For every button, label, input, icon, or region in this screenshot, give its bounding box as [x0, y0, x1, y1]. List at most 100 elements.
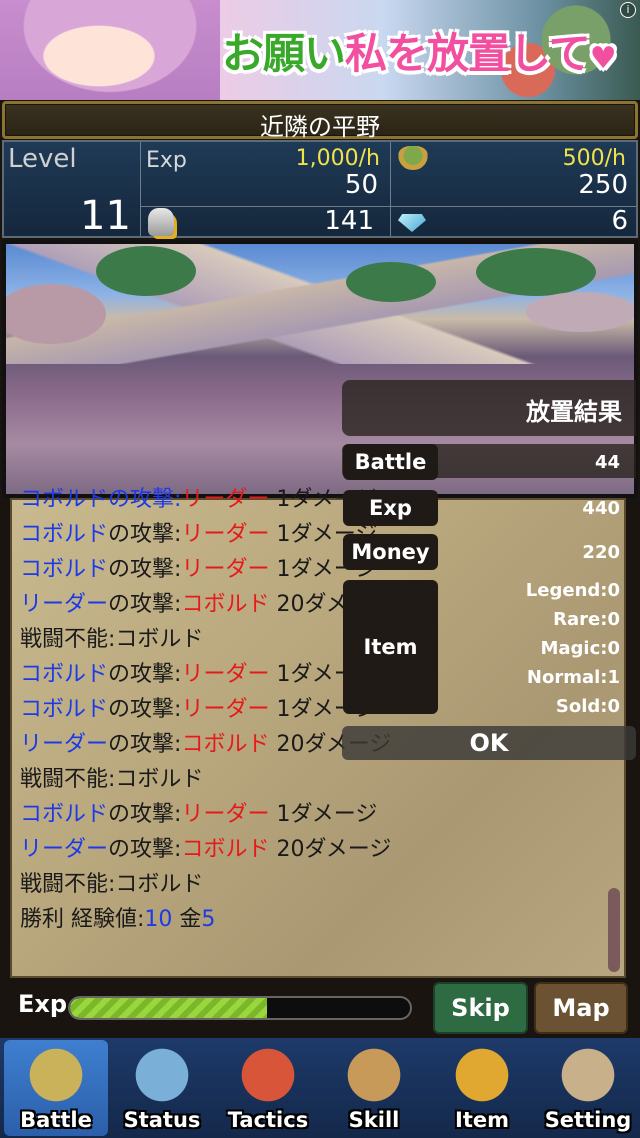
item-rare: Rare:0 — [553, 609, 620, 630]
location-title-bar: 近隣の平野 — [2, 101, 638, 141]
tab-skill[interactable]: Skill — [322, 1040, 426, 1136]
knight-value: 141 — [324, 206, 374, 236]
exp-progress-bar — [68, 996, 412, 1020]
bottom-tab-bar: Battle Status Tactics Skill Item Setting — [0, 1038, 640, 1138]
log-segment: の攻撃: — [108, 802, 182, 827]
log-segment: コボルド — [20, 557, 109, 582]
tab-label: Skill — [348, 1108, 400, 1132]
level-label: Level — [8, 144, 77, 174]
result-title-bar: 放置結果 — [342, 380, 636, 436]
log-segment: の攻撃: — [108, 557, 182, 582]
rock — [526, 292, 634, 332]
log-segment: の攻撃: — [108, 697, 182, 722]
map-button[interactable]: Map — [534, 982, 628, 1034]
log-line: リーダーの攻撃:コボルド 20ダメージ — [20, 832, 604, 867]
log-segment: リーダー — [181, 802, 270, 827]
ship-icon — [554, 1048, 622, 1108]
item-magic: Magic:0 — [540, 638, 620, 659]
log-segment: コボルド — [20, 802, 109, 827]
location-name: 近隣の平野 — [260, 113, 380, 141]
log-segment: 1ダメージ — [269, 802, 378, 827]
log-segment: 金 — [172, 907, 202, 932]
result-title: 放置結果 — [526, 398, 622, 426]
log-segment: リーダー — [20, 732, 109, 757]
goblin-coin-icon — [398, 146, 428, 170]
scroll-icon — [340, 1048, 408, 1108]
log-segment: の攻撃: — [108, 522, 182, 547]
result-exp-value: 440 — [582, 498, 620, 519]
battle-label: Battle — [343, 444, 438, 480]
log-segment: リーダー — [181, 662, 270, 687]
log-segment: の攻撃: — [108, 837, 182, 862]
tab-label: Battle — [20, 1108, 92, 1132]
log-line: コボルドの攻撃:リーダー 1ダメージ — [20, 797, 604, 832]
result-money-value: 220 — [582, 542, 620, 563]
log-segment: 戦闘不能:コボルド — [20, 767, 204, 792]
town-icon — [234, 1048, 302, 1108]
treasure-chest-icon — [448, 1048, 516, 1108]
log-line: 戦闘不能:コボルド — [20, 762, 604, 797]
stats-panel: Level 11 Exp 1,000/h 50 500/h 250 141 6 — [2, 140, 638, 238]
log-segment: 20ダメージ — [269, 837, 392, 862]
knight-icon — [148, 208, 174, 236]
tab-setting[interactable]: Setting — [536, 1040, 640, 1136]
log-segment: コボルド — [20, 662, 109, 687]
log-scrollbar[interactable] — [608, 888, 620, 972]
skip-button[interactable]: Skip — [433, 982, 528, 1034]
log-segment: 5 — [201, 907, 216, 932]
tree — [346, 262, 436, 302]
result-exp-label: Exp — [343, 490, 438, 526]
log-segment: リーダー — [181, 522, 270, 547]
ok-button[interactable]: OK — [342, 726, 636, 760]
tab-label: Item — [455, 1108, 509, 1132]
idle-result-dialog: 放置結果 Battle 44 Exp 440 Money 220 Item Le… — [340, 380, 636, 760]
battle-map-icon — [22, 1048, 90, 1108]
tab-label: Setting — [544, 1108, 632, 1132]
log-segment: リーダー — [181, 557, 270, 582]
item-normal: Normal:1 — [526, 667, 620, 688]
exp-progress-fill — [70, 998, 268, 1018]
exp-value: 50 — [344, 170, 378, 200]
tab-status[interactable]: Status — [110, 1040, 214, 1136]
log-segment: の攻撃: — [108, 592, 182, 617]
tab-item[interactable]: Item — [430, 1040, 534, 1136]
result-money-label: Money — [343, 534, 438, 570]
exp-label: Exp — [146, 148, 187, 173]
diamond-icon — [398, 214, 426, 232]
log-line: 戦闘不能:コボルド — [20, 867, 604, 902]
log-segment: 10 — [144, 907, 173, 932]
log-segment: 戦闘不能:コボルド — [20, 872, 204, 897]
tab-tactics[interactable]: Tactics — [216, 1040, 320, 1136]
log-segment: コボルド — [20, 522, 109, 547]
log-segment: 戦闘不能:コボルド — [20, 627, 204, 652]
tab-battle[interactable]: Battle — [4, 1040, 108, 1136]
log-segment: リーダー — [20, 837, 109, 862]
tab-label: Status — [123, 1108, 201, 1132]
money-value: 250 — [578, 170, 628, 200]
info-icon[interactable]: i — [620, 2, 636, 18]
log-segment: コボルドの攻撃: — [20, 487, 182, 512]
log-segment: の攻撃: — [108, 732, 182, 757]
log-segment: コボルド — [181, 592, 270, 617]
log-segment: コボルド — [20, 697, 109, 722]
level-value: 11 — [80, 193, 131, 239]
log-segment: リーダー — [20, 592, 109, 617]
battle-count: 44 — [594, 452, 620, 473]
tree — [96, 246, 196, 296]
result-item-label: Item — [343, 580, 438, 714]
tree — [476, 248, 596, 296]
gem-value: 6 — [611, 206, 628, 236]
log-segment: 勝利 経験値: — [20, 907, 145, 932]
castle-icon — [128, 1048, 196, 1108]
tab-label: Tactics — [227, 1108, 309, 1132]
item-sold: Sold:0 — [555, 696, 620, 717]
log-line: 勝利 経験値:10 金5 — [20, 902, 604, 937]
log-segment: リーダー — [181, 697, 270, 722]
log-segment: リーダー — [181, 487, 270, 512]
ad-banner[interactable]: お願い私を放置して♥ i — [0, 0, 640, 100]
log-segment: の攻撃: — [108, 662, 182, 687]
banner-title: お願い私を放置して♥ — [222, 29, 617, 78]
banner-character-image — [0, 0, 220, 100]
log-segment: コボルド — [181, 732, 270, 757]
item-legend: Legend:0 — [525, 580, 620, 601]
